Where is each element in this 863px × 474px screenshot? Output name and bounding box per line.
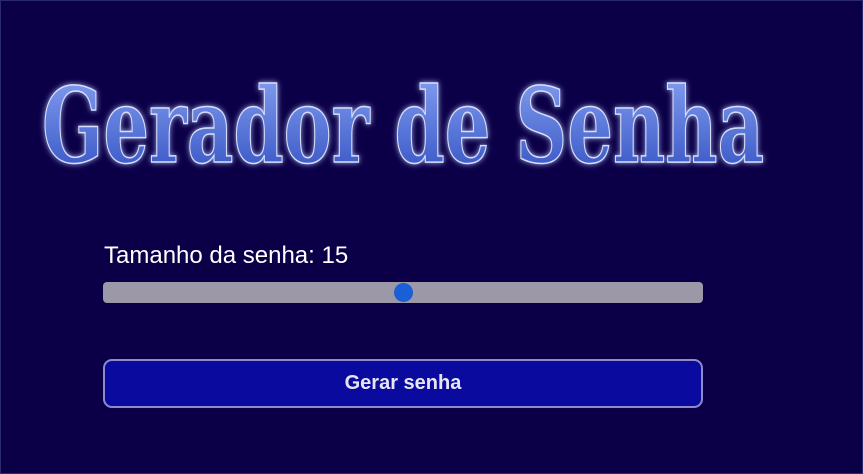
title-text: Gerador de Senha: [42, 64, 764, 187]
password-length-slider[interactable]: [103, 282, 703, 303]
password-length-label: Tamanho da senha: 15: [104, 242, 349, 269]
page-title: Gerador de Senha: [36, 52, 776, 192]
generate-password-button[interactable]: Gerar senha: [103, 359, 703, 408]
slider-thumb[interactable]: [393, 283, 413, 302]
